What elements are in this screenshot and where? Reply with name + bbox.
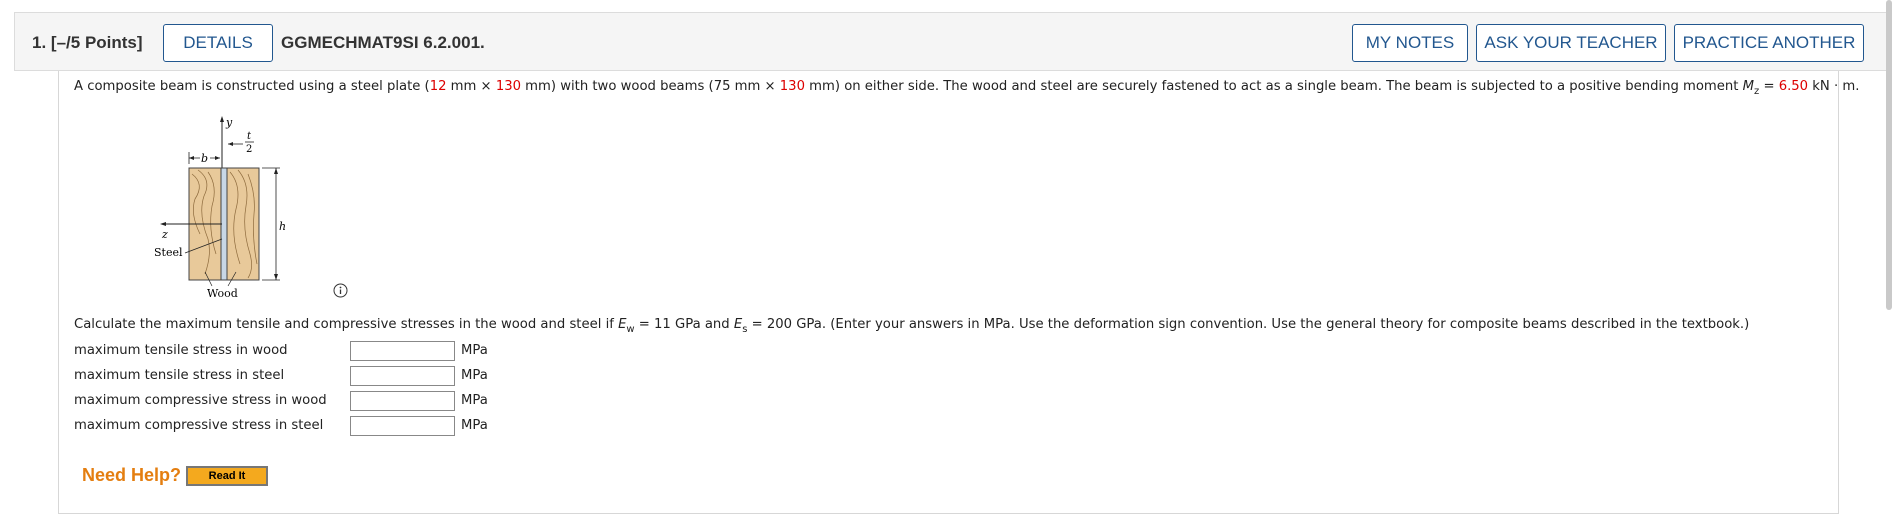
problem-statement: A composite beam is constructed using a … xyxy=(74,79,1859,97)
es-symbol: E xyxy=(733,317,743,332)
t-label: t xyxy=(247,131,252,142)
plate-thickness-value: 12 xyxy=(429,79,447,94)
two-label: 2 xyxy=(246,144,252,155)
steel-label: Steel xyxy=(154,246,183,259)
calc-text: = 200 GPa. (Enter your answers in MPa. U… xyxy=(747,317,1750,332)
question-body xyxy=(58,71,1839,514)
answer-label: maximum compressive stress in wood xyxy=(74,393,327,408)
read-it-button[interactable]: Read It xyxy=(186,466,268,486)
tensile-steel-input[interactable] xyxy=(350,366,455,386)
statement-text: mm × xyxy=(446,79,496,94)
my-notes-button[interactable]: MY NOTES xyxy=(1352,24,1468,62)
b-arrow-left xyxy=(189,156,194,160)
answer-label: maximum tensile stress in steel xyxy=(74,368,285,383)
calc-text: Calculate the maximum tensile and compre… xyxy=(74,317,619,332)
statement-text: = xyxy=(1759,79,1779,94)
b-arrow-right xyxy=(215,156,220,160)
moment-value: 6.50 xyxy=(1778,79,1809,94)
statement-text: A composite beam is constructed using a … xyxy=(74,79,430,94)
question-header: 1. [–/5 Points] DETAILS GGMECHMAT9SI 6.2… xyxy=(14,12,1888,71)
points-label: [–/5 Points] xyxy=(50,33,143,52)
practice-another-button-label: PRACTICE ANOTHER xyxy=(1682,33,1856,52)
h-arrow-top xyxy=(274,168,278,174)
read-it-label: Read It xyxy=(208,470,246,482)
my-notes-button-label: MY NOTES xyxy=(1365,33,1455,52)
compressive-steel-input[interactable] xyxy=(350,416,455,436)
calculation-instructions: Calculate the maximum tensile and compre… xyxy=(74,317,1749,335)
unit-label: MPa xyxy=(461,343,488,358)
details-button[interactable]: DETAILS xyxy=(163,24,273,62)
y-label: y xyxy=(225,116,233,129)
info-icon[interactable] xyxy=(333,283,348,298)
question-number: 1. [–/5 Points] xyxy=(32,33,143,53)
h-arrow-bottom xyxy=(274,274,278,280)
wood-beam-right xyxy=(226,167,260,281)
statement-text: mm) with two wood beams (75 mm × xyxy=(520,79,780,94)
beam-cross-section-figure: y t 2 b h z Steel Wood xyxy=(154,116,286,300)
h-label: h xyxy=(279,220,286,233)
z-label: z xyxy=(161,228,168,241)
practice-another-button[interactable]: PRACTICE ANOTHER xyxy=(1674,24,1864,62)
calc-text: = 11 GPa and xyxy=(634,317,734,332)
statement-text: mm) on either side. The wood and steel a… xyxy=(804,79,1743,94)
answer-label: maximum tensile stress in wood xyxy=(74,343,288,358)
unit-label: MPa xyxy=(461,368,488,383)
answer-label: maximum compressive stress in steel xyxy=(74,418,324,433)
t-arrowhead xyxy=(228,142,233,146)
details-button-label: DETAILS xyxy=(183,33,253,52)
question-index: 1. xyxy=(32,33,47,52)
tensile-wood-input[interactable] xyxy=(350,341,455,361)
scrollbar-thumb[interactable] xyxy=(1886,0,1892,310)
ask-teacher-button-label: ASK YOUR TEACHER xyxy=(1484,33,1658,52)
wood-label: Wood xyxy=(207,287,238,300)
ask-teacher-button[interactable]: ASK YOUR TEACHER xyxy=(1476,24,1666,62)
unit-label: MPa xyxy=(461,393,488,408)
unit-label: MPa xyxy=(461,418,488,433)
compressive-wood-input[interactable] xyxy=(350,391,455,411)
question-code: GGMECHMAT9SI 6.2.001. xyxy=(281,33,485,52)
statement-text: kN · m. xyxy=(1808,79,1860,94)
y-axis-arrow xyxy=(220,116,224,122)
need-help-label: Need Help? xyxy=(82,465,182,485)
plate-height-value: 130 xyxy=(495,79,521,94)
wood-height-value: 130 xyxy=(779,79,805,94)
z-axis-arrow xyxy=(160,222,166,226)
moment-symbol: M xyxy=(1742,79,1755,94)
ew-subscript: w xyxy=(626,324,635,335)
b-label: b xyxy=(201,152,208,165)
